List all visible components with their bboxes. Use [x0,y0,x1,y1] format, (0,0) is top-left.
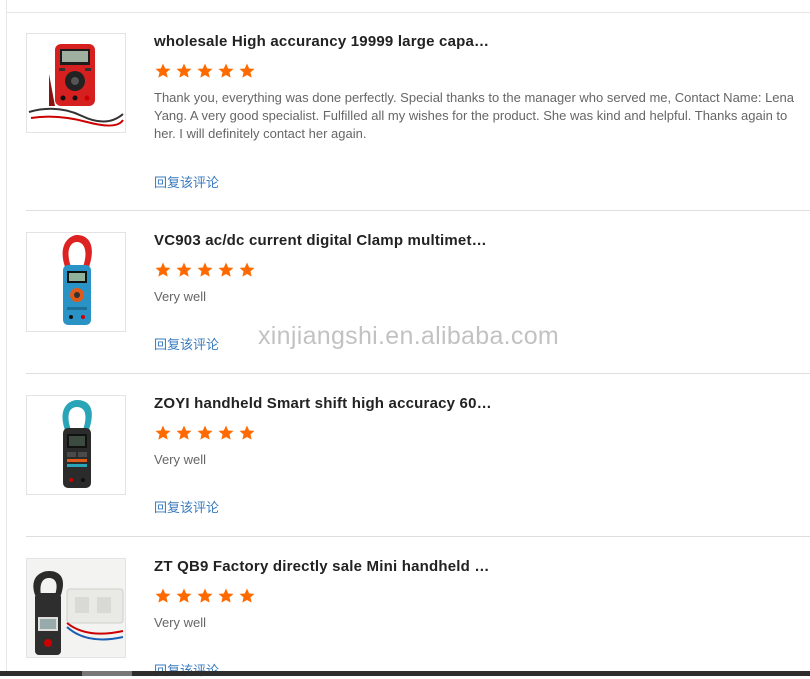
review-item: wholesale High accurancy 19999 large cap… [26,13,810,211]
product-title[interactable]: wholesale High accurancy 19999 large cap… [154,33,494,50]
product-thumbnail[interactable] [26,33,126,133]
review-comment: Very well [154,452,207,467]
star-icon [155,262,171,277]
scrollbar-thumb[interactable] [82,671,132,676]
review-item: ZT QB9 Factory directly sale Mini handhe… [26,538,810,678]
star-icon [218,588,234,603]
star-icon [218,262,234,277]
clamp-meter-icon [27,233,125,331]
star-rating [154,261,256,279]
star-icon [197,588,213,603]
star-icon [239,262,255,277]
star-icon [176,425,192,440]
star-icon [155,425,171,440]
horizontal-scrollbar[interactable] [0,671,810,676]
left-edge-border [0,0,7,676]
product-thumbnail[interactable] [26,395,126,495]
star-icon [197,262,213,277]
star-icon [218,425,234,440]
star-icon [218,63,234,78]
star-icon [197,63,213,78]
reply-link[interactable]: 回复该评论 [154,660,219,679]
review-comment: Very well [154,289,207,304]
star-icon [155,588,171,603]
star-icon [155,63,171,78]
star-rating [154,62,256,80]
product-title[interactable]: ZOYI handheld Smart shift high accuracy … [154,395,494,412]
clamp-meter-on-socket-icon [27,559,125,657]
multimeter-icon [27,34,125,132]
product-title[interactable]: VC903 ac/dc current digital Clamp multim… [154,232,494,249]
reply-link[interactable]: 回复该评论 [154,334,219,353]
reply-link[interactable]: 回复该评论 [154,497,219,516]
product-title[interactable]: ZT QB9 Factory directly sale Mini handhe… [154,558,494,575]
review-divider [26,373,810,374]
reply-link[interactable]: 回复该评论 [154,172,219,191]
star-icon [176,262,192,277]
review-item: ZOYI handheld Smart shift high accuracy … [26,375,810,537]
product-thumbnail[interactable] [26,232,126,332]
star-icon [239,425,255,440]
star-icon [239,63,255,78]
clamp-meter-icon [27,396,125,494]
review-divider [26,536,810,537]
review-comment: Very well [154,615,207,630]
review-comment: Thank you, everything was done perfectly… [154,90,794,141]
product-thumbnail[interactable] [26,558,126,658]
star-icon [239,588,255,603]
star-rating [154,424,256,442]
review-divider [26,210,810,211]
star-icon [176,588,192,603]
star-icon [176,63,192,78]
star-icon [197,425,213,440]
watermark: xinjiangshi.en.alibaba.com [258,322,560,350]
star-rating [154,587,256,605]
